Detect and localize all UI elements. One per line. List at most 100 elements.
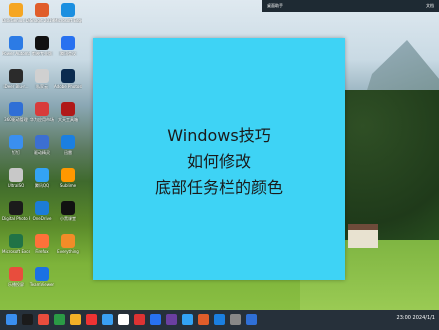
taskbar: 23:00 2024/1/1 — [0, 310, 439, 330]
desktop-icon-label: 腾讯QQ — [34, 183, 50, 188]
app-icon — [61, 69, 75, 83]
desktop-icon-label: iDeer Blu-r... — [3, 84, 29, 89]
desktop-icon[interactable]: 私家云 — [28, 68, 56, 94]
desktop-icon[interactable]: 剪映专业版 — [28, 35, 56, 61]
topbar-right-label: 文档 — [426, 3, 434, 8]
desktop-icon-label: 小黑课堂 — [60, 216, 76, 221]
desktop-icon[interactable]: iDeer Blu-r... — [2, 68, 30, 94]
taskbar-app-icon[interactable] — [38, 314, 49, 325]
desktop-icon[interactable]: TeamViewer — [28, 266, 56, 292]
desktop-icon[interactable]: DiskGenius Desktop — [2, 2, 30, 28]
desktop-icon[interactable]: OneDrive — [28, 200, 56, 226]
desktop-icon[interactable]: 乐播投屏 — [2, 266, 30, 292]
desktop-icon-label: 乐播投屏 — [8, 282, 24, 287]
app-icon — [35, 102, 49, 116]
taskbar-app-icon[interactable] — [102, 314, 113, 325]
desktop-icon[interactable]: 腾讯会议 — [54, 35, 82, 61]
app-icon — [9, 69, 23, 83]
desktop-icon-label: 迅雷 — [64, 150, 72, 155]
desktop-icon-label: 腾讯会议 — [60, 51, 76, 56]
desktop-icon-label: Firefox — [35, 249, 49, 254]
taskbar-app-icon[interactable] — [230, 314, 241, 325]
app-icon — [61, 234, 75, 248]
app-icon — [61, 201, 75, 215]
app-icon — [61, 3, 75, 17]
desktop-icon[interactable]: Everything — [54, 233, 82, 259]
taskbar-app-icon[interactable] — [6, 314, 17, 325]
desktop-icon[interactable]: Digital Photo Pro — [2, 200, 30, 226]
desktop-icon[interactable]: Sublime — [54, 167, 82, 193]
desktop-icon-label: Microsoft Excel — [2, 249, 30, 254]
card-line-3: 底部任务栏的颜色 — [154, 178, 283, 197]
app-icon — [35, 3, 49, 17]
clock-date: 2024/1/1 — [412, 315, 435, 321]
taskbar-app-icon[interactable] — [86, 314, 97, 325]
desktop-icon[interactable]: Snagit 2019 — [28, 2, 56, 28]
desktop-icon-label: 剪映专业版 — [32, 51, 52, 56]
desktop-icon-label: UltraISO — [7, 183, 25, 188]
app-icon — [9, 135, 23, 149]
topbar-left-label: 桌面助手 — [267, 3, 283, 8]
taskbar-app-icon[interactable] — [118, 314, 129, 325]
desktop-icon-label: OneDrive — [32, 216, 52, 221]
desktop-icon[interactable]: 小黑课堂 — [54, 200, 82, 226]
desktop-icon[interactable]: Adobe Photoshop — [54, 68, 82, 94]
desktop-icon[interactable]: 迅雷 — [54, 134, 82, 160]
desktop-icon[interactable]: 腾讯QQ — [28, 167, 56, 193]
desktop-icon-label: Sublime — [59, 183, 77, 188]
desktop-icon-label: Microsoft Edge — [54, 18, 82, 23]
desktop-icon-label: DiskGenius Desktop — [2, 18, 30, 23]
app-icon — [35, 234, 49, 248]
desktop-icon-label: 华为应用市场 — [30, 117, 54, 122]
app-icon — [61, 102, 75, 116]
desktop-icon[interactable]: Firefox — [28, 233, 56, 259]
card-line-1: Windows技巧 — [167, 126, 271, 145]
taskbar-app-icon[interactable] — [54, 314, 65, 325]
desktop-icon-label: 大天工具箱 — [58, 117, 78, 122]
app-icon — [35, 36, 49, 50]
desktop-icon-label: 私家云 — [36, 84, 48, 89]
desktop-icon[interactable]: Power Automate — [2, 35, 30, 61]
desktop-icon[interactable]: 驱动精灵 — [28, 134, 56, 160]
app-icon — [9, 234, 23, 248]
app-icon — [61, 36, 75, 50]
desktop-icon[interactable]: Microsoft Edge — [54, 2, 82, 28]
card-line-2: 如何修改 — [186, 152, 251, 171]
taskbar-app-icon[interactable] — [22, 314, 33, 325]
desktop-icon-label: Power Automate — [2, 51, 30, 56]
desktop-icon[interactable]: 钉钉 — [2, 134, 30, 160]
desktop-icon[interactable]: UltraISO — [2, 167, 30, 193]
desktop-wallpaper: 桌面助手 文档 DiskGenius Desktop Power Automate… — [0, 0, 439, 330]
clock-time: 23:00 — [396, 315, 411, 321]
desktop-icon[interactable]: 360驱动管理 — [2, 101, 30, 127]
desktop-icon-label: Adobe Photoshop — [54, 84, 82, 89]
app-icon — [61, 135, 75, 149]
taskbar-app-icon[interactable] — [166, 314, 177, 325]
top-widget-bar[interactable]: 桌面助手 文档 — [262, 0, 439, 12]
taskbar-app-icon[interactable] — [198, 314, 209, 325]
app-icon — [9, 168, 23, 182]
app-icon — [35, 168, 49, 182]
app-icon — [9, 201, 23, 215]
desktop-icon[interactable]: 大天工具箱 — [54, 101, 82, 127]
app-icon — [9, 267, 23, 281]
wallpaper-house — [348, 224, 378, 248]
app-icon — [9, 3, 23, 17]
taskbar-app-icon[interactable] — [150, 314, 161, 325]
desktop-icon-label: Snagit 2019 — [29, 18, 55, 23]
taskbar-app-icon[interactable] — [246, 314, 257, 325]
system-tray[interactable]: 23:00 2024/1/1 — [397, 315, 435, 321]
desktop-icon-label: Digital Photo Pro — [2, 216, 30, 221]
desktop-icon[interactable]: 华为应用市场 — [28, 101, 56, 127]
title-card: Windows技巧 如何修改 底部任务栏的颜色 — [93, 38, 345, 280]
desktop-icon-label: 钉钉 — [12, 150, 20, 155]
desktop-icon-label: TeamViewer — [29, 282, 55, 287]
taskbar-app-icon[interactable] — [134, 314, 145, 325]
taskbar-app-icon[interactable] — [70, 314, 81, 325]
desktop-icon-label: Everything — [57, 249, 79, 254]
taskbar-app-icon[interactable] — [182, 314, 193, 325]
taskbar-app-icon[interactable] — [214, 314, 225, 325]
desktop-icon[interactable]: Microsoft Excel — [2, 233, 30, 259]
desktop-icon-label: 驱动精灵 — [34, 150, 50, 155]
app-icon — [61, 168, 75, 182]
